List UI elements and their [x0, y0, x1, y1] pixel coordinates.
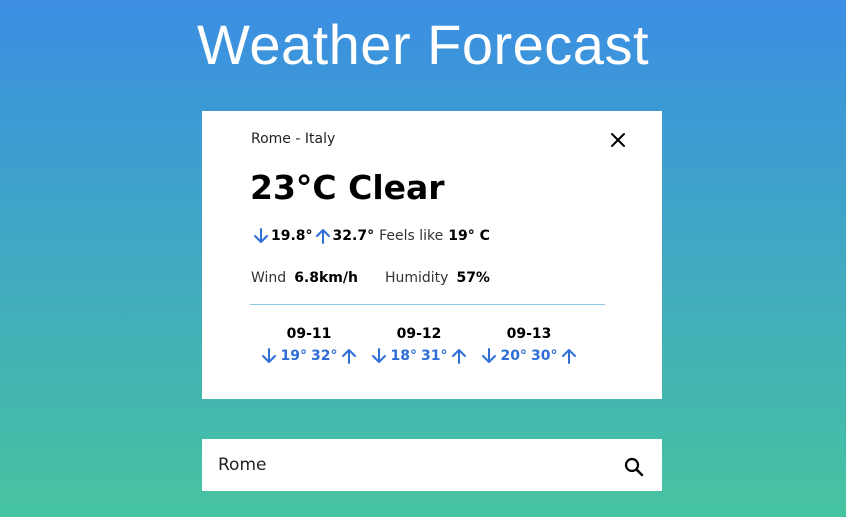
- arrow-up-icon: [342, 349, 357, 364]
- arrow-up-icon: [315, 229, 330, 244]
- forecast-min: 20°: [500, 348, 527, 364]
- arrow-down-icon: [371, 348, 386, 363]
- forecast-max: 32°: [311, 348, 338, 364]
- forecast-day: 09-13 20° 30°: [474, 324, 584, 368]
- forecast-max: 31°: [421, 348, 448, 364]
- forecast-date: 09-11: [286, 326, 332, 342]
- close-icon: [611, 133, 625, 147]
- search-icon: [624, 457, 644, 477]
- arrow-down-icon: [254, 228, 268, 243]
- humidity-label: Humidity: [384, 270, 449, 286]
- details-row: Wind 6.8km/h Humidity 57%: [251, 268, 490, 288]
- forecast-date: 09-12: [396, 326, 442, 342]
- current-summary: 23°C Clear: [250, 168, 445, 207]
- forecast-max: 30°: [531, 348, 558, 364]
- page-title: Weather Forecast: [196, 13, 650, 76]
- forecast-min: 18°: [390, 348, 417, 364]
- min-temp: 19.8°: [271, 228, 313, 244]
- forecast-range: 19° 32°: [254, 344, 364, 368]
- search-box: [202, 439, 662, 491]
- arrow-up-icon: [562, 349, 577, 364]
- humidity-value: 57%: [456, 270, 490, 286]
- weather-card: Rome - Italy 23°C Clear 19.8° 32.7° Feel…: [202, 111, 662, 399]
- min-max-row: 19.8° 32.7° Feels like 19° C: [251, 225, 490, 247]
- divider: [250, 304, 605, 305]
- forecast-date: 09-13: [506, 326, 552, 342]
- feels-like-value: 19° C: [448, 228, 490, 244]
- wind-value: 6.8km/h: [294, 270, 358, 286]
- forecast-min: 19°: [280, 348, 307, 364]
- forecast-range: 18° 31°: [364, 344, 474, 368]
- forecast-day: 09-11 19° 32°: [254, 324, 364, 368]
- arrow-down-icon: [261, 348, 276, 363]
- forecast-range: 20° 30°: [474, 344, 584, 368]
- max-temp: 32.7°: [332, 228, 375, 244]
- search-input[interactable]: [218, 449, 598, 481]
- feels-like-label: Feels like: [379, 228, 444, 244]
- search-button[interactable]: [623, 456, 645, 478]
- location-label: Rome - Italy: [251, 131, 336, 147]
- wind-label: Wind: [251, 270, 287, 286]
- arrow-up-icon: [452, 349, 467, 364]
- close-button[interactable]: [606, 128, 630, 152]
- forecast-day: 09-12 18° 31°: [364, 324, 474, 368]
- arrow-down-icon: [481, 348, 496, 363]
- forecast-list: 09-11 19° 32° 09-12 18° 31° 09-13 20° 30: [254, 324, 584, 368]
